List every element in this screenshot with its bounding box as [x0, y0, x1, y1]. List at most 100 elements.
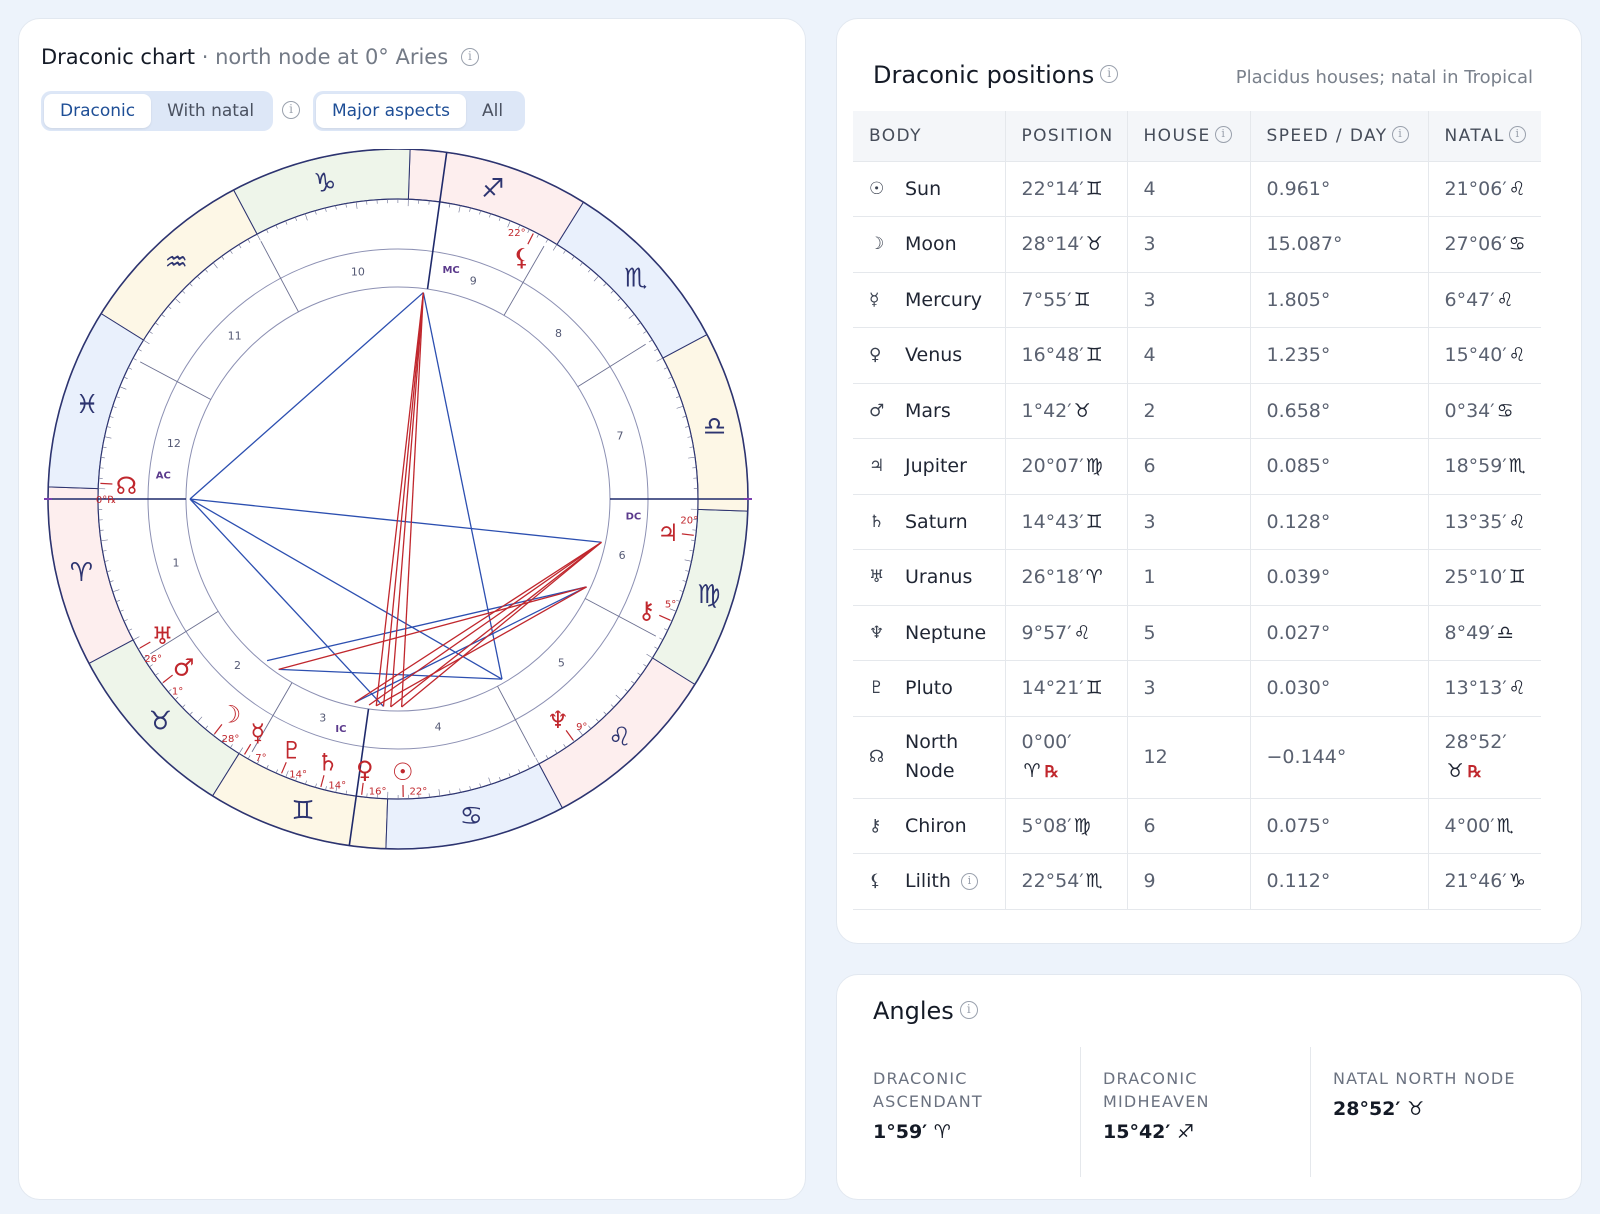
house-value: 1 [1143, 566, 1156, 589]
speed-value: 0.961° [1266, 177, 1331, 200]
angle-label-dc: DC [626, 511, 642, 522]
positions-table-body: ☉ Sun 22°14′ ♊ 4 0.961° 21°06′ ♌ ☽ Moon 28°14′ ♉ 3 15… [853, 160, 1541, 910]
moon-icon: ☽ [220, 700, 242, 728]
cell-house: 12 [1127, 715, 1251, 798]
house-value: 4 [1143, 177, 1156, 200]
angle-label-ic: IC [335, 724, 346, 735]
planet-degree-label: 5° [665, 600, 676, 611]
zodiac-glyph-icon: ♐ [481, 174, 504, 204]
table-row[interactable]: ♅ Uranus 26°18′ ♈ 1 0.039° 25°10′ ♊ [853, 549, 1541, 605]
zodiac-sign-icon: ♌ [1508, 177, 1526, 200]
table-row[interactable]: ♃ Jupiter 20°07′ ♍ 6 0.085° 18°59′ ♏ [853, 438, 1541, 494]
view-info-icon[interactable]: i [282, 101, 300, 119]
zodiac-sign-icon: ♏ [1085, 870, 1103, 893]
info-icon[interactable]: i [1391, 125, 1409, 143]
table-row[interactable]: ☉ Sun 22°14′ ♊ 4 0.961° 21°06′ ♌ [853, 160, 1541, 217]
cell-body: ⚸ Lilith i [853, 853, 1006, 910]
body-cell: ☿ Mercury [869, 289, 1005, 311]
chart-wheel[interactable]: ♈♉♊ ♋♌♍♎♏♐♑♒♓123456789101112ACDCMCIC☊0°℞♅… [43, 149, 753, 859]
col-header-body: BODY [853, 111, 1006, 161]
zodiac-sign-icon: ♏ [1508, 455, 1526, 478]
zodiac-sign-icon: ♊ [1073, 288, 1091, 311]
north-node-icon: ☊ [869, 747, 885, 767]
speed-value: 0.039° [1266, 566, 1331, 589]
info-icon[interactable]: i [1214, 125, 1232, 143]
cell-house: 4 [1127, 327, 1251, 383]
natal-degree: 6°47′ [1444, 288, 1495, 311]
angles-header: Angles i [873, 997, 978, 1025]
info-icon[interactable]: i [960, 872, 978, 890]
venus-icon: ♀ [869, 345, 882, 366]
position-degree: 26°18′ [1021, 566, 1084, 589]
cell-body: ♃ Jupiter [853, 438, 1006, 494]
house-value: 3 [1143, 510, 1156, 533]
body-name: Mars [905, 399, 951, 422]
house-number-label: 9 [470, 275, 477, 288]
house-number-label: 12 [167, 437, 181, 450]
cell-speed: 0.658° [1250, 382, 1429, 439]
planet-degree-label: 28° [222, 734, 240, 745]
speed-value: 1.805° [1266, 288, 1331, 311]
table-row[interactable]: ☽ Moon 28°14′ ♉ 3 15.087° 27°06′ ♋ [853, 216, 1541, 272]
mercury-icon: ☿ [869, 289, 880, 310]
positions-note: Placidus houses; natal in Tropical [1235, 67, 1533, 88]
view-option-draconic[interactable]: Draconic [44, 94, 152, 128]
info-icon[interactable]: i [460, 47, 479, 66]
zodiac-sign-icon: ♏ [1496, 814, 1514, 837]
cell-natal: 4°00′ ♏ [1428, 797, 1541, 854]
info-icon[interactable]: i [1508, 125, 1526, 143]
table-row[interactable]: ☊ North Node 0°00′ ♈ ℞ 12 −0.144° 28°52′ ♉ ℞ [853, 715, 1541, 798]
zodiac-sign-icon: ♊ [1085, 677, 1103, 700]
house-number-label: 7 [617, 429, 624, 442]
table-row[interactable]: ♇ Pluto 14°21′ ♊ 3 0.030° 13°13′ ♌ [853, 660, 1541, 716]
zodiac-glyph-icon: ♏ [624, 263, 647, 293]
view-option-with-natal[interactable]: With natal [151, 94, 270, 128]
cell-speed: 0.075° [1250, 797, 1429, 854]
table-row[interactable]: ♀ Venus 16°48′ ♊ 4 1.235° 15°40′ ♌ [853, 327, 1541, 383]
mars-icon: ♂ [869, 400, 885, 421]
lilith-icon: ⚸ [513, 244, 531, 272]
sagittarius-icon: ♐ [1177, 1121, 1195, 1143]
table-row[interactable]: ♂ Mars 1°42′ ♉ 2 0.658° 0°34′ ♋ [853, 382, 1541, 439]
natal-degree: 21°46′ [1444, 870, 1507, 893]
cell-position: 26°18′ ♈ [1005, 549, 1128, 605]
cell-body: ☽ Moon [853, 216, 1006, 272]
zodiac-sign-icon: ♊ [1085, 344, 1103, 367]
natal-degree: 25°10′ [1444, 566, 1507, 589]
table-row[interactable]: ⚷ Chiron 5°08′ ♍ 6 0.075° 4°00′ ♏ [853, 797, 1541, 854]
table-row[interactable]: ⚸ Lilith i 22°54′ ♏ 9 0.112° 21°46′ ♑ [853, 853, 1541, 910]
info-icon[interactable]: i [1100, 65, 1119, 83]
angle-label: DRACONIC ASCENDANT [873, 1069, 983, 1111]
table-row[interactable]: ☿ Mercury 7°55′ ♊ 3 1.805° 6°47′ ♌ [853, 271, 1541, 328]
cell-natal: 28°52′ ♉ ℞ [1428, 715, 1541, 798]
info-icon[interactable]: i [959, 1001, 978, 1019]
speed-value: 15.087° [1266, 233, 1343, 256]
table-row[interactable]: ♄ Saturn 14°43′ ♊ 3 0.128° 13°35′ ♌ [853, 493, 1541, 550]
aspect-option-all[interactable]: All [466, 94, 519, 128]
body-name: Saturn [905, 510, 968, 533]
table-row[interactable]: ♆ Neptune 9°57′ ♌ 5 0.027° 8°49′ ♎ [853, 604, 1541, 661]
positions-header: Draconic positions i [873, 61, 1119, 89]
cell-position: 20°07′ ♍ [1005, 438, 1128, 494]
speed-value: 0.075° [1266, 814, 1331, 837]
body-name: Pluto [905, 677, 953, 700]
zodiac-glyph-icon: ♑ [313, 168, 336, 198]
cell-body: ☿ Mercury [853, 271, 1006, 328]
house-value: 4 [1143, 344, 1156, 367]
cell-position: 22°54′ ♏ [1005, 853, 1128, 910]
zodiac-glyph-icon: ♎ [703, 412, 726, 442]
house-value: 6 [1143, 455, 1156, 478]
chiron-icon: ⚷ [869, 815, 882, 836]
cell-house: 9 [1127, 853, 1251, 910]
natal-degree: 13°35′ [1444, 510, 1507, 533]
chart-header: Draconic chart · north node at 0° Aries … [41, 45, 479, 69]
position-degree: 28°14′ [1021, 233, 1084, 256]
cell-body: ♀ Venus [853, 327, 1006, 383]
house-number-label: 6 [619, 549, 626, 562]
position-degree: 0°00′ [1021, 731, 1072, 753]
body-name: Chiron [905, 814, 967, 837]
col-header-house: HOUSE i [1127, 111, 1251, 161]
aspect-option-major[interactable]: Major aspects [316, 94, 466, 128]
planet-degree-label: 16° [369, 786, 387, 797]
cell-position: 14°43′ ♊ [1005, 493, 1128, 550]
